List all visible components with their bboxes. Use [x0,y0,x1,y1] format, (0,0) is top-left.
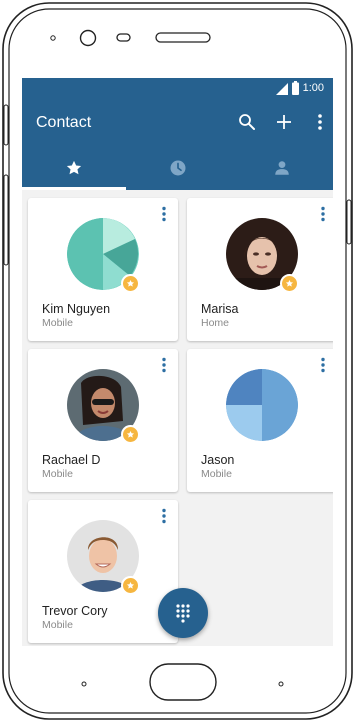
dialpad-fab-button[interactable] [158,588,208,638]
dialpad-icon [176,604,190,623]
more-vert-icon[interactable] [159,206,169,222]
more-vert-icon[interactable] [318,206,328,222]
app-bar: Contact [22,100,333,146]
more-vert-icon [318,114,322,130]
contact-name: Trevor Cory [42,604,108,618]
add-contact-button[interactable] [270,108,298,136]
favorites-grid: Kim Nguyen Mobile Marisa Home Rachael D … [22,190,333,646]
contact-card[interactable]: Trevor Cory Mobile [28,500,178,643]
tab-recents[interactable] [126,146,230,190]
more-vert-icon[interactable] [159,508,169,524]
signal-icon [276,83,288,95]
tab-contacts[interactable] [230,146,333,190]
search-icon [239,114,255,130]
tab-bar [22,146,333,190]
contact-name: Marisa [201,302,239,316]
more-vert-icon[interactable] [318,357,328,373]
clock-text: 1:00 [302,82,324,94]
overflow-menu-button[interactable] [306,108,333,136]
battery-icon [292,81,299,95]
contact-type: Mobile [42,619,73,631]
star-icon [126,581,135,589]
screen: 1:00 Contact Kim Nguyen Mobile Marisa Ho… [22,78,333,646]
contact-type: Mobile [201,468,232,480]
star-icon [126,430,135,438]
contact-card[interactable]: Rachael D Mobile [28,349,178,492]
pie-chart-avatar-icon [226,369,298,441]
contact-name: Kim Nguyen [42,302,111,316]
status-bar: 1:00 [22,78,333,100]
avatar [226,369,298,441]
more-vert-icon[interactable] [159,357,169,373]
page-title: Contact [36,114,92,131]
person-icon [275,161,289,175]
contact-name: Jason [201,453,235,467]
contact-card[interactable]: Kim Nguyen Mobile [28,198,178,341]
plus-icon [277,115,291,129]
contact-type: Mobile [42,468,73,480]
clock-icon [170,160,186,176]
favorite-badge [121,576,140,595]
star-icon [126,279,135,287]
favorite-badge [121,274,140,293]
contact-type: Mobile [42,317,73,329]
star-icon [66,160,82,175]
contact-card[interactable]: Jason Mobile [187,349,333,492]
star-icon [285,279,294,287]
tab-favorites[interactable] [22,146,126,190]
contact-card[interactable]: Marisa Home [187,198,333,341]
contact-type: Home [201,317,230,329]
contact-name: Rachael D [42,453,101,467]
favorite-badge [121,425,140,444]
search-button[interactable] [233,108,261,136]
favorite-badge [280,274,299,293]
